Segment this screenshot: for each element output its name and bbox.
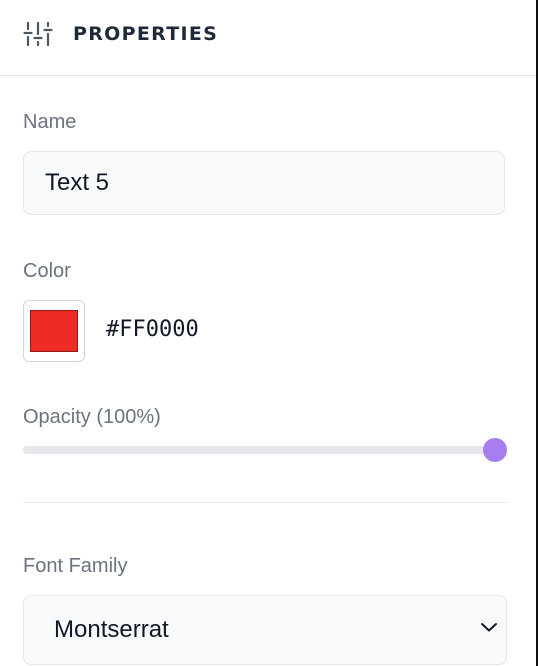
color-swatch-button[interactable]	[23, 300, 85, 362]
color-hex-value: #FF0000	[106, 317, 199, 342]
name-input[interactable]	[23, 151, 505, 215]
chevron-down-icon	[481, 623, 497, 632]
panel-header: PROPERTIES	[0, 0, 536, 76]
color-swatch	[30, 310, 78, 352]
properties-panel: PROPERTIES Name Color #FF0000 Opacity (1…	[0, 0, 538, 666]
opacity-slider-thumb[interactable]	[483, 438, 507, 462]
section-divider	[23, 502, 507, 503]
font-family-label: Font Family	[23, 555, 128, 577]
name-label: Name	[23, 111, 77, 133]
opacity-slider-fill	[23, 446, 507, 454]
font-family-selected-value: Montserrat	[54, 616, 169, 643]
opacity-label: Opacity (100%)	[23, 406, 161, 428]
panel-title: PROPERTIES	[73, 23, 219, 45]
font-family-select[interactable]: Montserrat	[23, 595, 507, 665]
color-label: Color	[23, 260, 71, 282]
sliders-icon	[23, 21, 53, 47]
opacity-slider-track[interactable]	[23, 446, 507, 454]
